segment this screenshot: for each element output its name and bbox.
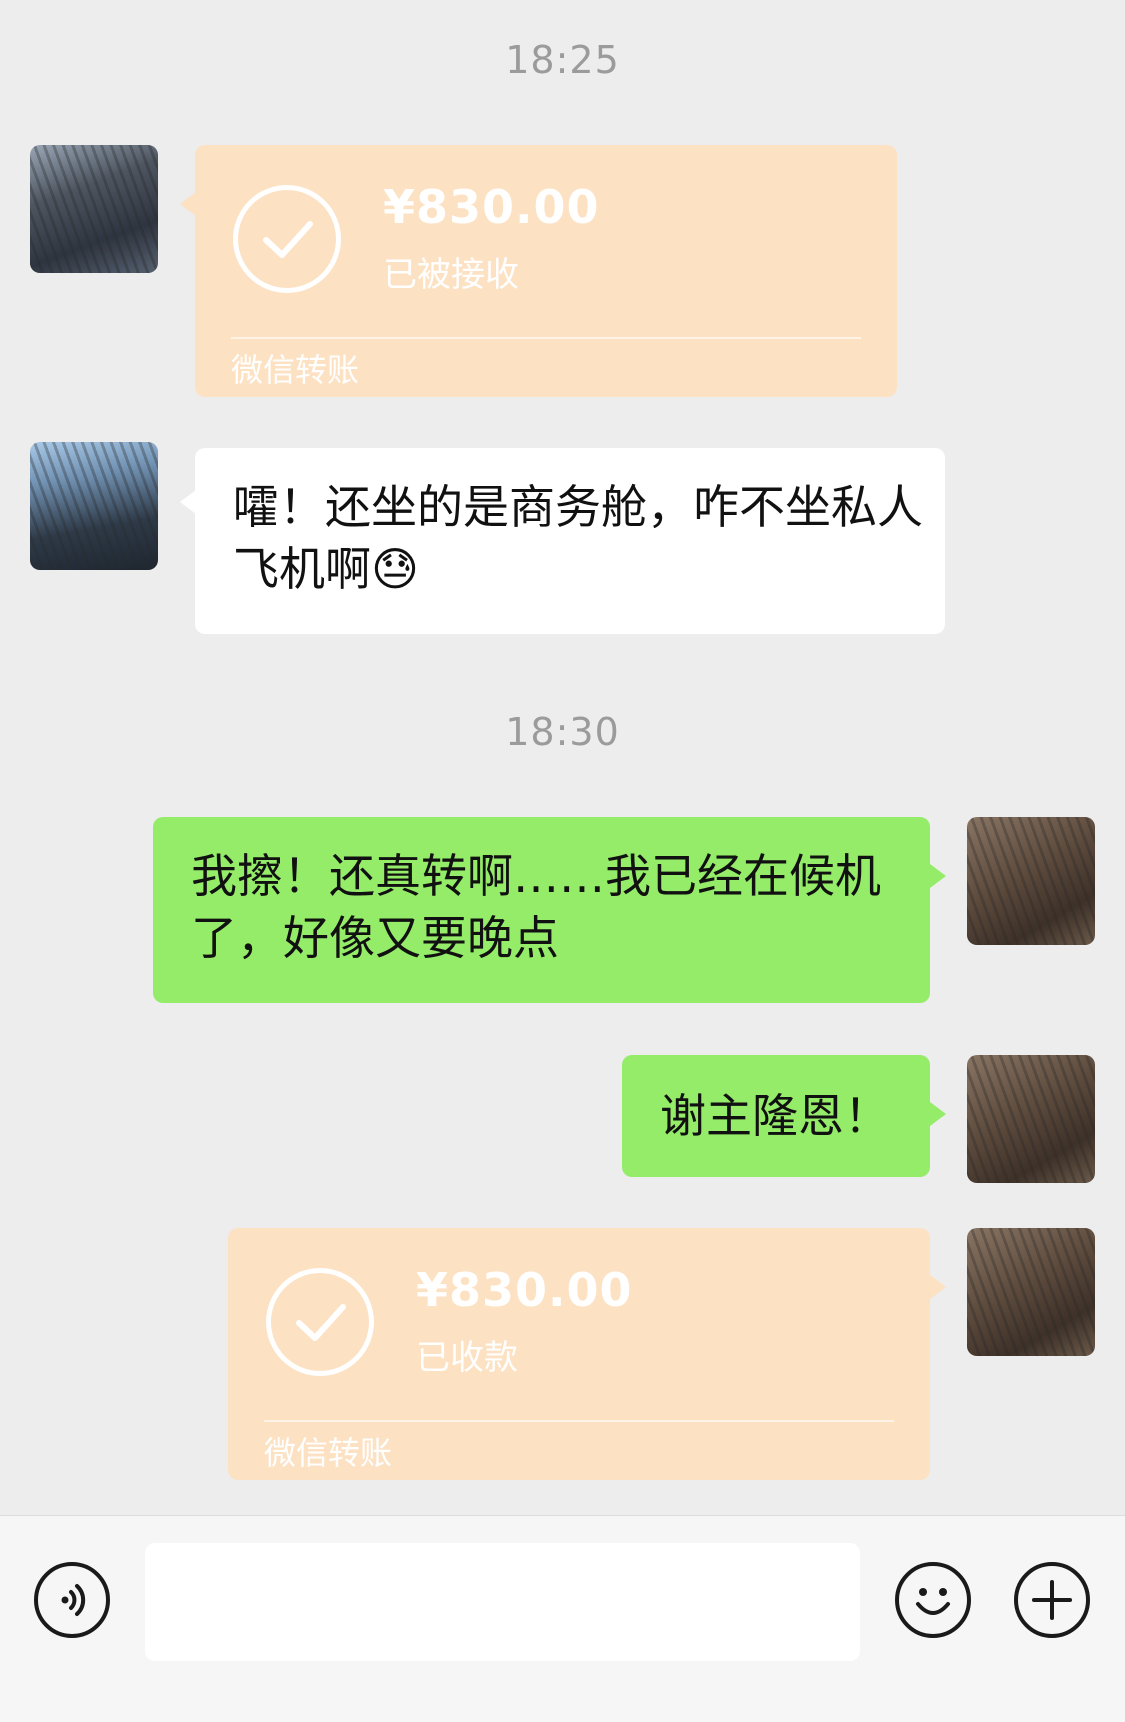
timestamp: 18:30	[505, 710, 620, 754]
voice-icon[interactable]	[34, 1562, 110, 1638]
outgoing-message-text: 谢主隆恩！	[660, 1089, 890, 1143]
outgoing-message-text: 我擦！还真转啊……我已经在候机了，好像又要晚点	[191, 849, 881, 965]
bubble-tail	[930, 1102, 946, 1126]
transfer-card-collected[interactable]: ¥830.00 已收款 微信转账	[228, 1228, 930, 1480]
transfer-status: 已收款	[416, 1338, 518, 1378]
outgoing-message-bubble[interactable]: 谢主隆恩！	[622, 1055, 930, 1177]
timestamp: 18:25	[505, 38, 620, 82]
divider	[264, 1420, 894, 1422]
check-icon	[266, 1268, 374, 1376]
my-avatar[interactable]	[967, 1228, 1095, 1356]
message-input[interactable]	[145, 1543, 860, 1661]
input-bar	[0, 1515, 1125, 1722]
my-avatar[interactable]	[967, 817, 1095, 945]
check-icon	[233, 185, 341, 293]
transfer-card-received[interactable]: ¥830.00 已被接收 微信转账	[195, 145, 897, 397]
transfer-status: 已被接收	[383, 255, 519, 295]
transfer-amount: ¥830.00	[383, 180, 600, 234]
transfer-amount: ¥830.00	[416, 1263, 633, 1317]
transfer-label: 微信转账	[231, 351, 360, 389]
plus-icon[interactable]	[1014, 1562, 1090, 1638]
contact-avatar[interactable]	[30, 442, 158, 570]
my-avatar[interactable]	[967, 1055, 1095, 1183]
emoji-icon[interactable]	[895, 1562, 971, 1638]
incoming-message-text: 嚯！还坐的是商务舱，咋不坐私人飞机啊😓	[233, 480, 923, 596]
bubble-tail	[180, 490, 196, 514]
transfer-label: 微信转账	[264, 1434, 393, 1472]
bubble-tail	[930, 864, 946, 888]
bubble-tail	[180, 192, 196, 216]
bubble-tail	[930, 1275, 946, 1299]
divider	[231, 337, 861, 339]
contact-avatar[interactable]	[30, 145, 158, 273]
outgoing-message-bubble[interactable]: 我擦！还真转啊……我已经在候机了，好像又要晚点	[153, 817, 930, 1003]
incoming-message-bubble[interactable]: 嚯！还坐的是商务舱，咋不坐私人飞机啊😓	[195, 448, 945, 634]
